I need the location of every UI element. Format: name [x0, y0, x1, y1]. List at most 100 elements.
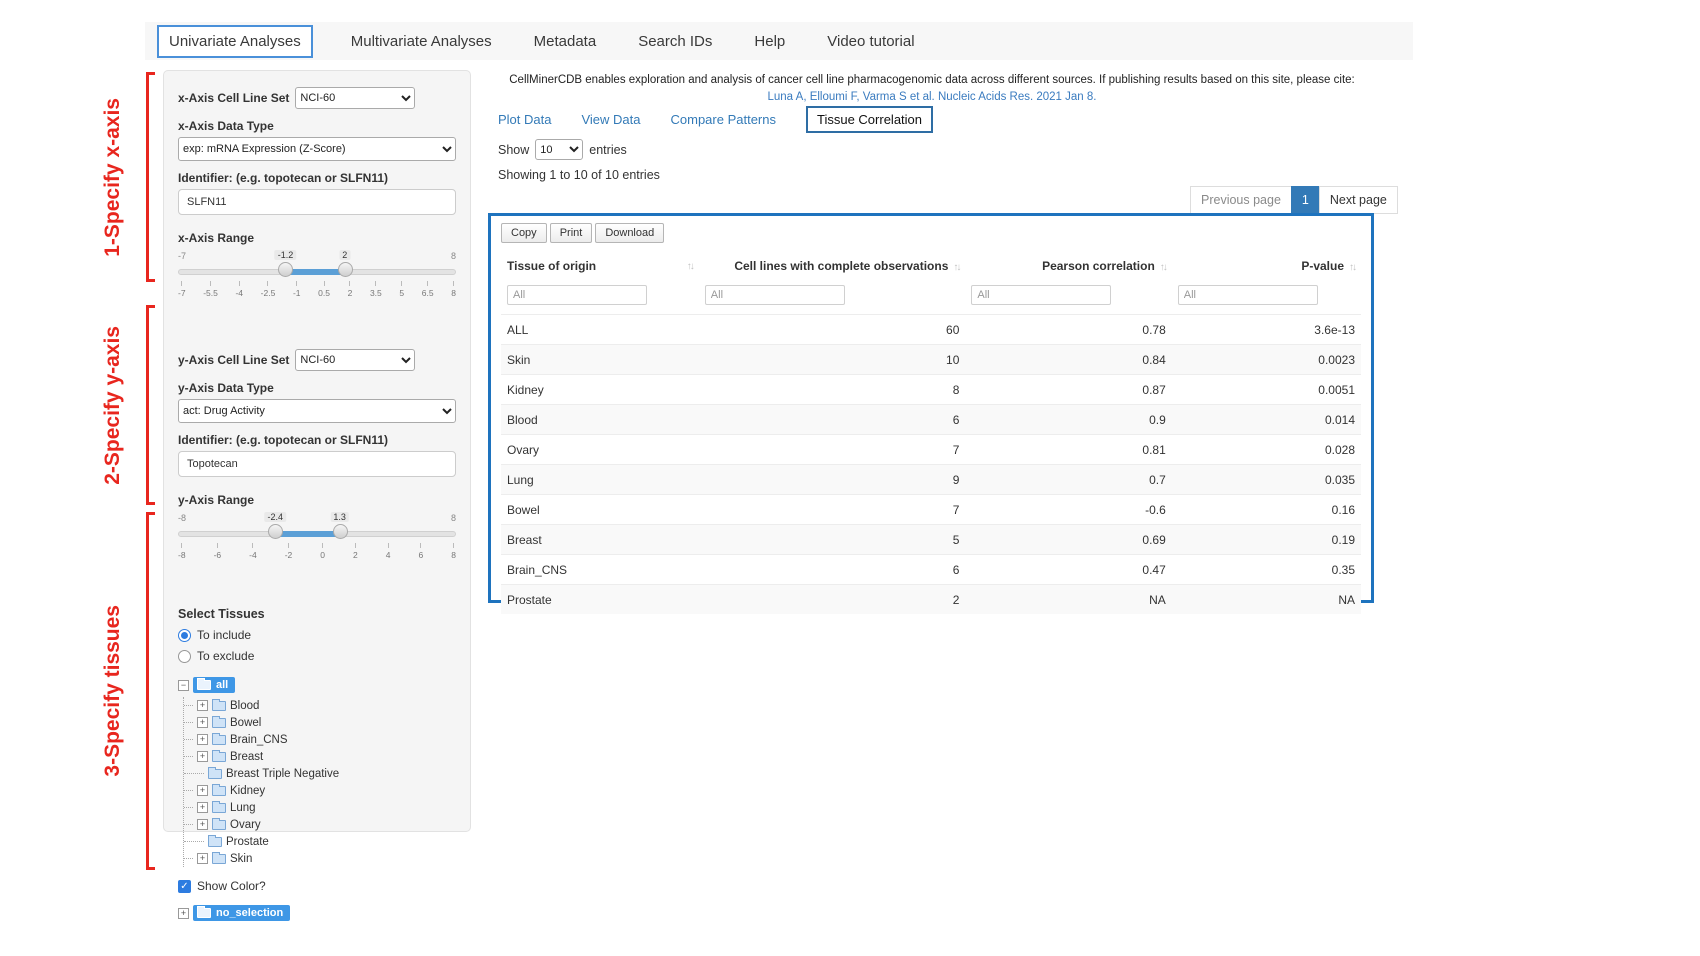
table-row[interactable]: Ovary 7 0.81 0.028: [501, 435, 1361, 465]
radio-icon[interactable]: [178, 629, 191, 642]
tree-root-selected[interactable]: all: [193, 677, 235, 693]
collapse-icon[interactable]: [178, 680, 189, 691]
slider-tick-label: 0.5: [318, 281, 330, 298]
slider-high-value: 2: [339, 250, 350, 260]
column-header-pearson[interactable]: Pearson correlation: [965, 251, 1171, 281]
expand-icon[interactable]: [197, 734, 208, 745]
column-header-cell-lines[interactable]: Cell lines with complete observations: [699, 251, 966, 281]
tissue-tree-children: Blood Bowel Brain_CNS: [183, 697, 456, 867]
view-tab[interactable]: Compare Patterns: [671, 112, 777, 127]
table-row[interactable]: Bowel 7 -0.6 0.16: [501, 495, 1361, 525]
page-number-button[interactable]: 1: [1291, 186, 1320, 214]
no-selection-node[interactable]: no_selection: [178, 905, 456, 921]
export-button[interactable]: Copy: [501, 223, 547, 243]
export-button[interactable]: Download: [595, 223, 664, 243]
export-button[interactable]: Print: [550, 223, 593, 243]
tissue-tree-item[interactable]: Breast Triple Negative: [184, 765, 456, 782]
folder-icon: [212, 803, 226, 813]
nav-tab[interactable]: Univariate Analyses: [157, 25, 313, 58]
tissue-cell: Breast: [501, 525, 699, 555]
y-axis-range-slider[interactable]: -8 8 -2.4 1.3 -8-6-4-202468: [178, 525, 456, 581]
no-selection-selected[interactable]: no_selection: [193, 905, 290, 921]
slider-tick-label: 6: [418, 543, 423, 560]
pvalue-filter-input[interactable]: [1178, 285, 1318, 305]
pearson-cell: 0.7: [965, 465, 1171, 495]
tissue-tree-item[interactable]: Kidney: [184, 782, 456, 799]
table-row[interactable]: ALL 60 0.78 3.6e-13: [501, 315, 1361, 345]
nav-tab[interactable]: Multivariate Analyses: [347, 27, 496, 56]
y-axis-cell-line-set-select[interactable]: NCI-60: [295, 349, 415, 371]
pearson-cell: NA: [965, 585, 1171, 615]
y-axis-identifier-input[interactable]: [178, 451, 456, 477]
column-header-tissue[interactable]: Tissue of origin: [501, 251, 699, 281]
expand-icon[interactable]: [197, 819, 208, 830]
next-page-button[interactable]: Next page: [1319, 186, 1398, 214]
table-row[interactable]: Prostate 2 NA NA: [501, 585, 1361, 615]
nav-tab[interactable]: Video tutorial: [823, 27, 918, 56]
sort-icon[interactable]: [1160, 262, 1166, 273]
tissue-tree-item[interactable]: Prostate: [184, 833, 456, 850]
radio-icon[interactable]: [178, 650, 191, 663]
nav-tab[interactable]: Search IDs: [634, 27, 716, 56]
entries-per-page-select[interactable]: 10: [535, 139, 583, 160]
expand-icon[interactable]: [197, 751, 208, 762]
cell-lines-filter-input[interactable]: [705, 285, 845, 305]
x-axis-identifier-input[interactable]: [178, 189, 456, 215]
expand-icon[interactable]: [197, 700, 208, 711]
y-axis-data-type-select[interactable]: act: Drug Activity: [178, 399, 456, 423]
slider-handle-high[interactable]: [333, 524, 348, 539]
nav-tab[interactable]: Metadata: [530, 27, 601, 56]
view-tab[interactable]: View Data: [581, 112, 640, 127]
table-row[interactable]: Brain_CNS 6 0.47 0.35: [501, 555, 1361, 585]
column-header-pvalue[interactable]: P-value: [1172, 251, 1361, 281]
previous-page-button[interactable]: Previous page: [1190, 186, 1292, 214]
select-tissues-title: Select Tissues: [178, 607, 456, 621]
table-row[interactable]: Blood 6 0.9 0.014: [501, 405, 1361, 435]
tissue-correlation-table-panel: CopyPrintDownload Tissue of origin Cell …: [488, 213, 1374, 603]
checkbox-icon[interactable]: [178, 880, 191, 893]
tissue-tree-item[interactable]: Skin: [184, 850, 456, 867]
citation-link[interactable]: Luna A, Elloumi F, Varma S et al. Nuclei…: [490, 89, 1374, 106]
tissue-tree-item[interactable]: Lung: [184, 799, 456, 816]
slider-handle-high[interactable]: [338, 262, 353, 277]
expand-icon[interactable]: [197, 853, 208, 864]
tissue-tree-item[interactable]: Bowel: [184, 714, 456, 731]
x-axis-cell-line-set-select[interactable]: NCI-60: [295, 87, 415, 109]
folder-icon: [212, 718, 226, 728]
view-tab[interactable]: Tissue Correlation: [806, 106, 933, 133]
annotation-step3-label: 3-Specify tissues: [101, 605, 125, 777]
tissue-tree-root[interactable]: all: [178, 677, 456, 693]
tissue-filter-input[interactable]: [507, 285, 647, 305]
pearson-filter-input[interactable]: [971, 285, 1111, 305]
x-axis-data-type-select[interactable]: exp: mRNA Expression (Z-Score): [178, 137, 456, 161]
expand-icon[interactable]: [197, 802, 208, 813]
y-axis-identifier-label: Identifier: (e.g. topotecan or SLFN11): [178, 433, 456, 447]
nav-tab[interactable]: Help: [750, 27, 789, 56]
tissues-exclude-radio[interactable]: To exclude: [178, 649, 456, 663]
exclude-radio-label: To exclude: [197, 649, 254, 663]
tissue-correlation-table: Tissue of origin Cell lines with complet…: [501, 251, 1361, 614]
table-row[interactable]: Skin 10 0.84 0.0023: [501, 345, 1361, 375]
folder-icon: [208, 837, 222, 847]
table-row[interactable]: Lung 9 0.7 0.035: [501, 465, 1361, 495]
tissue-tree-item[interactable]: Ovary: [184, 816, 456, 833]
table-row[interactable]: Breast 5 0.69 0.19: [501, 525, 1361, 555]
citation-block: CellMinerCDB enables exploration and ana…: [490, 72, 1374, 107]
view-tab[interactable]: Plot Data: [498, 112, 551, 127]
x-axis-range-slider[interactable]: -7 8 -1.2 2 -7-5.5-4-2.5-10.523.556.58: [178, 263, 456, 319]
tissue-tree-item[interactable]: Brain_CNS: [184, 731, 456, 748]
include-radio-label: To include: [197, 628, 251, 642]
tissue-cell: Brain_CNS: [501, 555, 699, 585]
tissue-tree-item[interactable]: Breast: [184, 748, 456, 765]
expand-icon[interactable]: [178, 908, 189, 919]
tissues-include-radio[interactable]: To include: [178, 628, 456, 642]
sort-icon[interactable]: [953, 262, 959, 273]
show-color-checkbox-row[interactable]: Show Color?: [178, 879, 456, 893]
sort-icon[interactable]: [687, 261, 693, 272]
tissue-tree-item[interactable]: Blood: [184, 697, 456, 714]
pvalue-cell: NA: [1172, 585, 1361, 615]
sort-icon[interactable]: [1349, 262, 1355, 273]
expand-icon[interactable]: [197, 717, 208, 728]
expand-icon[interactable]: [197, 785, 208, 796]
table-row[interactable]: Kidney 8 0.87 0.0051: [501, 375, 1361, 405]
